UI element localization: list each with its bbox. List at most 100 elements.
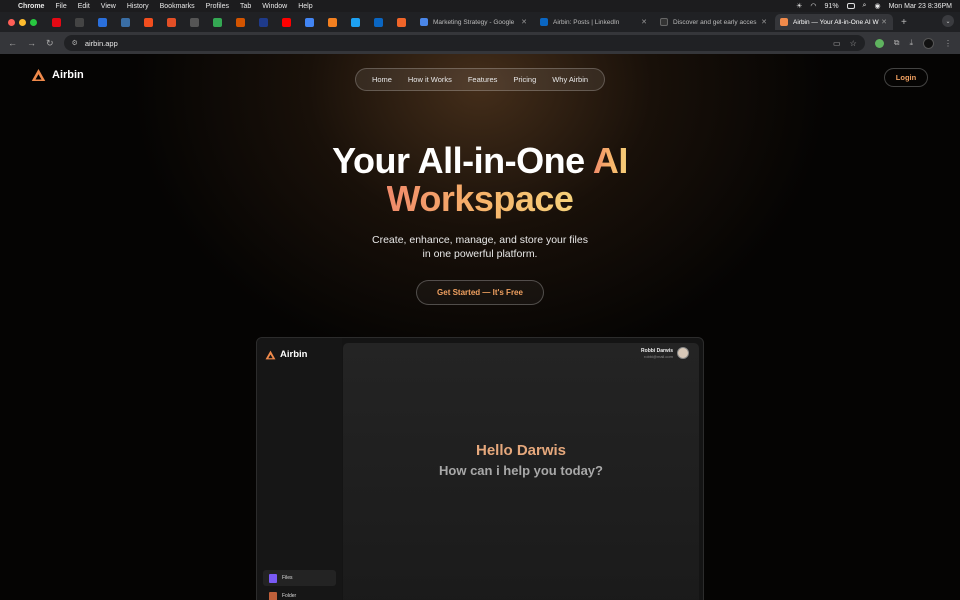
menu-window[interactable]: Window	[262, 3, 287, 10]
menu-app-name[interactable]: Chrome	[18, 3, 44, 10]
tab-linkedin[interactable]: Airbin: Posts | LinkedIn ✕	[535, 14, 653, 30]
pinned-tab[interactable]	[300, 14, 318, 30]
profile-avatar[interactable]	[923, 37, 934, 49]
pinned-tab-favicon-icon	[350, 17, 360, 27]
pinned-tab[interactable]	[208, 14, 226, 30]
address-bar[interactable]: ⚙ airbin.app ▭ ☆	[63, 35, 865, 51]
pinned-tab[interactable]	[277, 14, 295, 30]
close-window-button[interactable]	[8, 18, 15, 26]
app-preview: Airbin Files Folder Robbi Darwis robbi@m…	[256, 337, 704, 600]
tab-airbin-active[interactable]: Airbin — Your All-in-One AI W ✕	[775, 14, 893, 30]
pinned-tab-favicon-icon	[120, 17, 130, 27]
extensions-puzzle-icon[interactable]: ⧉	[894, 38, 900, 48]
zoom-window-button[interactable]	[30, 18, 37, 26]
download-icon[interactable]: ⤓	[909, 38, 913, 48]
pinned-tab[interactable]	[369, 14, 387, 30]
main-nav: Home How it Works Features Pricing Why A…	[355, 68, 605, 91]
login-button[interactable]: Login	[884, 68, 928, 87]
control-center-icon[interactable]: ◉	[874, 2, 880, 10]
close-tab-icon[interactable]: ✕	[641, 18, 647, 26]
pinned-tab[interactable]	[323, 14, 341, 30]
menubar-status-area: ☀ ◠ 91% ⌕ ◉ Mon Mar 23 8:36PM	[796, 2, 952, 10]
forward-arrow-icon[interactable]: →	[27, 38, 36, 48]
tab-title: Marketing Strategy - Google	[433, 18, 515, 26]
hero-title-line1: Your All-in-One	[332, 140, 593, 181]
site-brand-name: Airbin	[52, 69, 84, 81]
close-tab-icon[interactable]: ✕	[881, 18, 887, 26]
hero-title-accent-workspace: Workspace	[386, 178, 574, 219]
hero-subtitle: Create, enhance, manage, and store your …	[0, 233, 960, 261]
pinned-tab[interactable]	[346, 14, 364, 30]
menu-file[interactable]: File	[55, 3, 66, 10]
menu-edit[interactable]: Edit	[78, 3, 90, 10]
files-icon	[269, 573, 277, 583]
clock[interactable]: Mon Mar 23 8:36PM	[889, 3, 952, 10]
chrome-menu-icon[interactable]: ⋮	[944, 39, 952, 48]
pinned-tab[interactable]	[139, 14, 157, 30]
airbin-logo-icon	[265, 350, 276, 359]
nav-how-it-works[interactable]: How it Works	[408, 75, 452, 84]
pinned-tab[interactable]	[162, 14, 180, 30]
nav-home[interactable]: Home	[372, 75, 392, 84]
pinned-tab[interactable]	[231, 14, 249, 30]
nav-pricing[interactable]: Pricing	[513, 75, 536, 84]
menu-profiles[interactable]: Profiles	[206, 3, 229, 10]
brightness-icon[interactable]: ☀	[796, 2, 802, 10]
battery-icon[interactable]	[846, 3, 855, 9]
hero-subtitle-line2: in one powerful platform.	[422, 248, 538, 260]
pinned-tab-favicon-icon	[212, 17, 222, 27]
tab-marketing-strategy[interactable]: Marketing Strategy - Google ✕	[415, 14, 533, 30]
pinned-tab[interactable]	[254, 14, 272, 30]
menu-tab[interactable]: Tab	[240, 3, 251, 10]
reload-icon[interactable]: ↻	[46, 38, 54, 49]
menu-view[interactable]: View	[101, 3, 116, 10]
pinned-tab-favicon-icon	[396, 17, 406, 27]
pinned-tab[interactable]	[47, 14, 65, 30]
pinned-tab-favicon-icon	[97, 17, 107, 27]
new-tab-button[interactable]: +	[901, 17, 907, 28]
pinned-tab-favicon-icon	[51, 17, 61, 27]
preview-user-name: Robbi Darwis	[641, 347, 673, 354]
pinned-tab[interactable]	[93, 14, 111, 30]
get-started-button[interactable]: Get Started — It's Free	[416, 280, 544, 305]
tab-search-chevron-icon[interactable]: ⌄	[942, 15, 954, 27]
nav-why-airbin[interactable]: Why Airbin	[552, 75, 588, 84]
menu-help[interactable]: Help	[298, 3, 312, 10]
site-info-icon[interactable]: ⚙	[72, 39, 78, 47]
pinned-tab[interactable]	[185, 14, 203, 30]
nav-features[interactable]: Features	[468, 75, 498, 84]
toolbar-actions: ⧉ ⤓ ⋮	[874, 37, 952, 49]
close-tab-icon[interactable]: ✕	[521, 18, 527, 26]
pinned-tab-favicon-icon	[327, 17, 337, 27]
folder-icon	[269, 591, 277, 600]
minimize-window-button[interactable]	[19, 18, 26, 26]
back-arrow-icon[interactable]: ←	[8, 38, 17, 48]
tab-title: Airbin: Posts | LinkedIn	[553, 18, 620, 26]
cast-icon[interactable]: ▭	[833, 39, 841, 48]
preview-logo: Airbin	[265, 349, 307, 360]
airbin-logo-icon	[31, 69, 46, 81]
tab-strip: Marketing Strategy - Google ✕ Airbin: Po…	[0, 12, 960, 32]
docs-favicon-icon	[420, 18, 428, 26]
close-tab-icon[interactable]: ✕	[761, 18, 767, 26]
preview-greeting: Hello Darwis	[475, 442, 567, 459]
menu-bookmarks[interactable]: Bookmarks	[160, 3, 195, 10]
pinned-tab[interactable]	[70, 14, 88, 30]
pinned-tab-favicon-icon	[166, 17, 176, 27]
linkedin-favicon-icon	[540, 18, 548, 26]
menu-history[interactable]: History	[127, 3, 149, 10]
extension-green-icon[interactable]	[874, 38, 884, 48]
macos-menubar: Chrome File Edit View History Bookmarks …	[0, 0, 960, 12]
pinned-tab[interactable]	[392, 14, 410, 30]
pinned-tab-favicon-icon	[235, 17, 245, 27]
pinned-tab[interactable]	[116, 14, 134, 30]
bookmark-star-icon[interactable]: ☆	[850, 39, 857, 48]
wifi-icon[interactable]: ◠	[810, 2, 816, 10]
site-logo[interactable]: Airbin	[31, 68, 84, 82]
pinned-tabs	[47, 14, 415, 30]
hero-title: Your All-in-One AI Workspace	[0, 142, 960, 218]
hero-title-accent-ai: AI	[592, 140, 629, 181]
sidebar-item-label: Folder	[282, 593, 297, 599]
tab-discover[interactable]: Discover and get early acces ✕	[655, 14, 773, 30]
search-icon[interactable]: ⌕	[863, 2, 867, 10]
